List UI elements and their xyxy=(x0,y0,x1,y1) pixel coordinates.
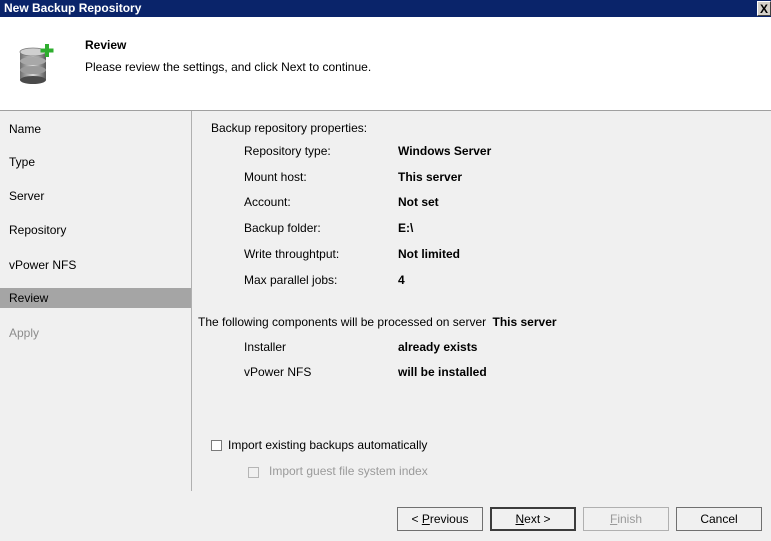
step-review-label: Review xyxy=(9,291,49,305)
previous-accel: P xyxy=(421,512,430,526)
close-icon[interactable]: X xyxy=(757,1,771,16)
previous-prefix: < xyxy=(411,512,422,526)
property-value: Not set xyxy=(398,195,439,209)
import-index-checkbox xyxy=(248,467,259,478)
step-vpower-nfs[interactable]: vPower NFS xyxy=(9,258,76,272)
review-panel: Backup repository properties: Repository… xyxy=(192,111,771,491)
previous-button[interactable]: < Previous xyxy=(397,507,483,531)
step-review[interactable]: Review xyxy=(0,288,191,308)
next-rest: ext > xyxy=(524,512,551,526)
components-heading-text: The following components will be process… xyxy=(198,315,487,329)
property-label: Write throughtput: xyxy=(244,247,340,261)
next-button[interactable]: Next > xyxy=(490,507,576,531)
component-status: already exists xyxy=(398,340,478,354)
import-index-label: Import guest file system index xyxy=(269,464,428,478)
window-titlebar: New Backup Repository X xyxy=(0,0,771,17)
components-heading: The following components will be process… xyxy=(198,315,557,329)
step-name[interactable]: Name xyxy=(9,122,41,136)
finish-rest: inish xyxy=(617,512,643,526)
components-server: This server xyxy=(492,315,557,329)
step-repository[interactable]: Repository xyxy=(9,223,66,237)
wizard-header: Review Please review the settings, and c… xyxy=(0,17,771,94)
wizard-footer: < Previous Next > Finish Cancel xyxy=(0,491,771,541)
component-status: will be installed xyxy=(398,365,487,379)
property-label: Mount host: xyxy=(244,170,307,184)
property-label: Account: xyxy=(244,195,291,209)
previous-rest: revious xyxy=(429,512,469,526)
property-value: E:\ xyxy=(398,221,414,235)
finish-button: Finish xyxy=(583,507,669,531)
property-label: Max parallel jobs: xyxy=(244,273,338,287)
step-type[interactable]: Type xyxy=(9,155,35,169)
properties-heading: Backup repository properties: xyxy=(211,121,368,135)
component-label: Installer xyxy=(244,340,287,354)
next-accel: N xyxy=(515,512,525,526)
steps-pane: Name Type Server Repository vPower NFS R… xyxy=(0,111,191,491)
property-label: Backup folder: xyxy=(244,221,321,235)
import-backups-label[interactable]: Import existing backups automatically xyxy=(228,438,427,452)
step-server[interactable]: Server xyxy=(9,189,44,203)
page-subtitle: Please review the settings, and click Ne… xyxy=(85,60,372,74)
property-value: Windows Server xyxy=(398,144,492,158)
component-label: vPower NFS xyxy=(244,365,312,379)
property-value: This server xyxy=(398,170,463,184)
import-backups-checkbox[interactable] xyxy=(211,440,222,451)
database-add-icon xyxy=(19,44,54,84)
property-value: Not limited xyxy=(398,247,460,261)
property-value: 4 xyxy=(398,273,405,287)
cancel-button[interactable]: Cancel xyxy=(676,507,762,531)
property-label: Repository type: xyxy=(244,144,331,158)
page-title: Review xyxy=(85,38,127,52)
window-title: New Backup Repository xyxy=(4,1,142,15)
step-apply: Apply xyxy=(9,326,40,340)
